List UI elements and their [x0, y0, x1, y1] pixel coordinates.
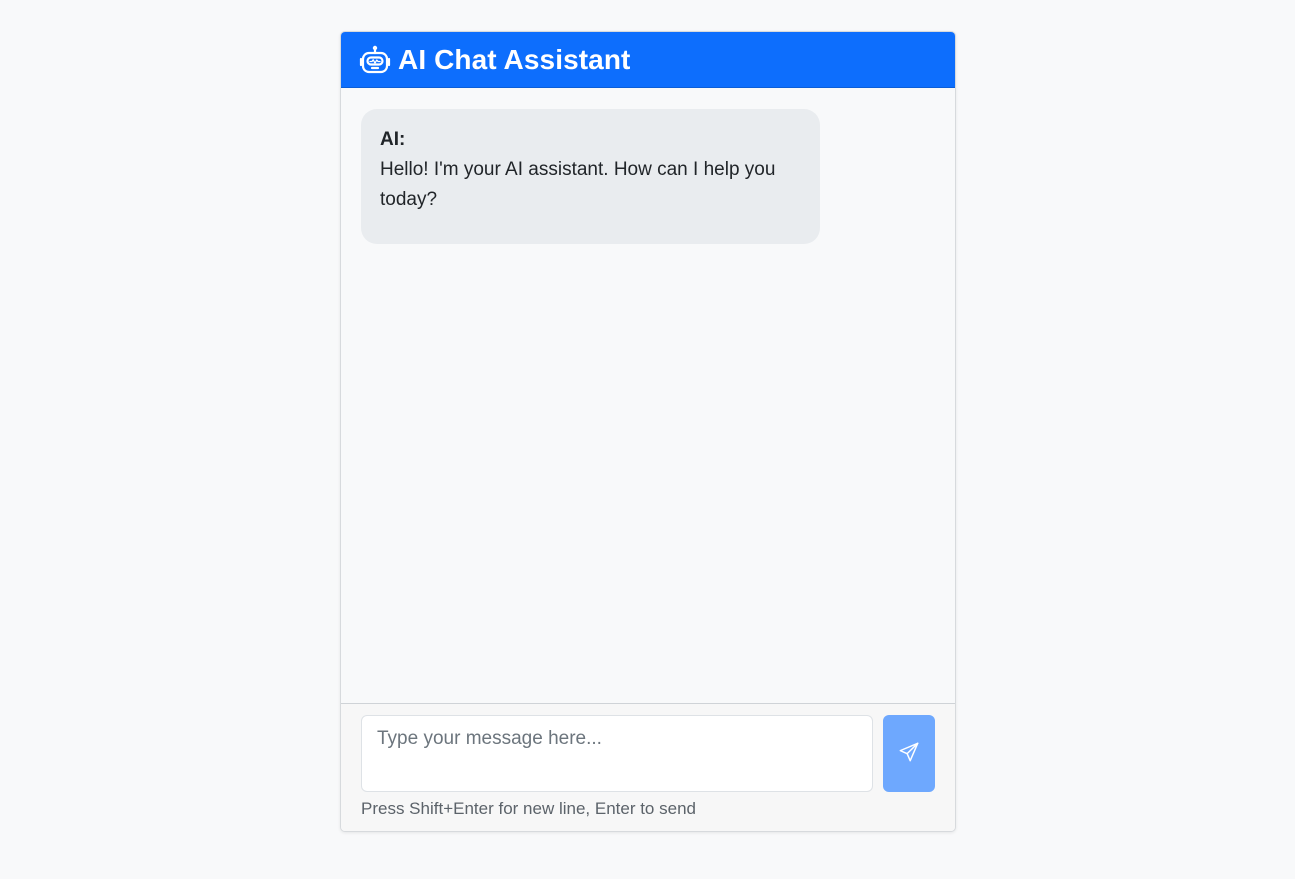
message-sender: AI: [380, 129, 406, 150]
composer: Press Shift+Enter for new line, Enter to… [341, 704, 955, 831]
send-icon [898, 741, 920, 766]
chat-header: AI Chat Assistant [341, 32, 955, 88]
message-list[interactable]: AI: Hello! I'm your AI assistant. How ca… [341, 88, 955, 704]
robot-icon [359, 44, 391, 76]
chat-window: AI Chat Assistant AI: Hello! I'm your AI… [340, 31, 956, 832]
message-input[interactable] [361, 715, 874, 792]
input-row [361, 715, 935, 792]
ai-message-bubble: AI: Hello! I'm your AI assistant. How ca… [361, 109, 820, 244]
message-text: Hello! I'm your AI assistant. How can I … [380, 159, 776, 210]
composer-hint: Press Shift+Enter for new line, Enter to… [361, 799, 696, 818]
send-button[interactable] [883, 715, 935, 792]
chat-title: AI Chat Assistant [398, 43, 631, 75]
